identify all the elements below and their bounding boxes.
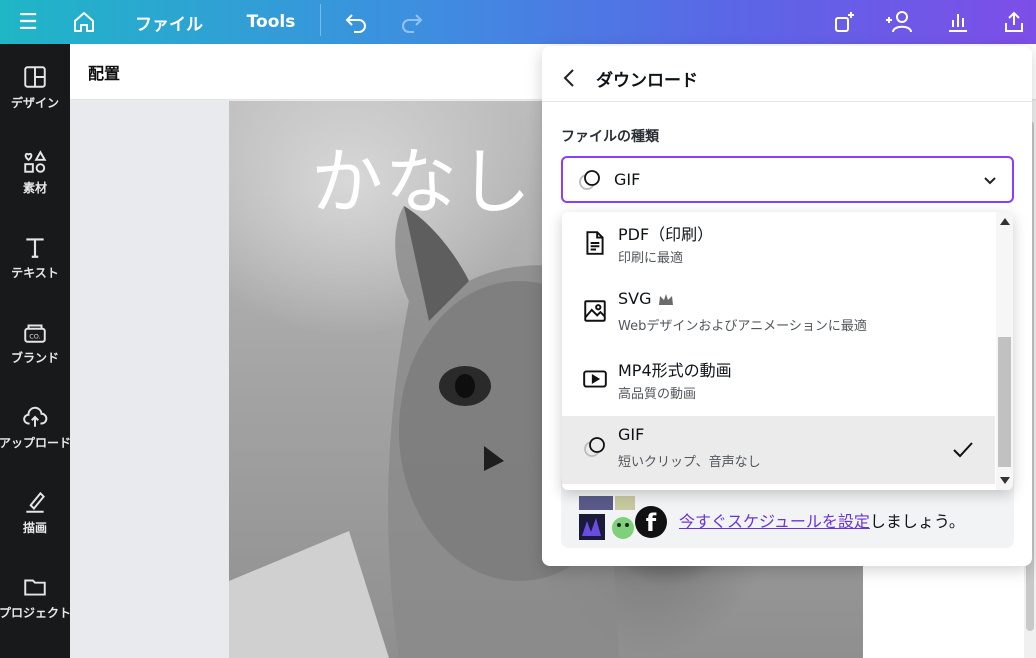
scroll-down-arrow-icon[interactable] [1000,477,1010,484]
layout-icon [24,66,46,88]
hamburger-menu-icon[interactable]: ☰ [10,0,46,44]
redo-icon[interactable] [394,0,430,44]
gif-icon [584,437,605,457]
option-title: MP4形式の動画 [618,361,732,380]
sidebar-item-label: デザイン [10,96,59,110]
option-title-text: SVG [618,289,652,308]
share-people-icon[interactable] [882,0,918,44]
sidebar-item-label: 素材 [22,181,47,195]
schedule-text: 今すぐスケジュールを設定しましょう。 [679,508,965,532]
option-gif[interactable]: GIF 短いクリップ、音声なし [562,416,995,484]
toolbar-divider [320,4,321,36]
option-subtitle: 短いクリップ、音声なし [618,455,761,470]
file-menu-button[interactable]: ファイル [124,0,214,44]
share-upload-icon[interactable] [996,0,1032,44]
brand-icon: CO. [24,324,46,343]
social-thumbnails-icon: f [579,496,667,540]
sidebar-item-elements[interactable]: 素材 [0,143,70,215]
sidebar-item-text[interactable]: テキスト [0,228,70,300]
crown-icon [658,293,673,305]
top-toolbar: ☰ ファイル Tools [0,0,1036,44]
option-subtitle: Webデザインおよびアニメーションに最適 [618,319,867,334]
sidebar-item-design[interactable]: デザイン [0,58,70,130]
option-title: PDF（印刷） [618,225,714,244]
magic-resize-icon[interactable] [826,0,862,44]
sidebar-item-draw[interactable]: 描画 [0,483,70,555]
folder-icon [24,579,46,596]
dropdown-scrollbar[interactable] [996,212,1013,490]
home-icon[interactable] [66,0,102,44]
tools-menu-button[interactable]: Tools [236,0,306,44]
back-chevron-icon[interactable] [558,66,582,90]
option-mp4[interactable]: MP4形式の動画 高品質の動画 [562,348,995,416]
file-type-dropdown: PDF（印刷） 印刷に最適 SVG Webデザインおよびアニメーションに最適 M… [562,212,1013,490]
draw-icon [26,491,45,513]
file-type-label: ファイルの種類 [561,129,659,145]
insights-chart-icon[interactable] [940,0,976,44]
file-type-select[interactable]: GIF [561,156,1014,203]
option-subtitle: 高品質の動画 [618,387,697,402]
file-type-value: GIF [614,170,641,189]
gif-icon [579,170,600,190]
checkmark-icon [953,442,973,458]
image-icon [584,300,606,322]
sidebar-item-uploads[interactable]: アップロード [0,398,72,470]
option-title: GIF [618,425,645,444]
text-icon [26,238,44,258]
chevron-down-icon [984,177,996,185]
left-sidebar: デザイン 素材 テキスト CO. ブランド アップロード 描画 プロジェクト [0,44,72,658]
option-subtitle: 印刷に最適 [618,251,684,266]
option-title: SVG [618,289,674,308]
sidebar-item-label: ブランド [10,351,59,365]
sidebar-item-label: テキスト [11,266,59,280]
svg-text:f: f [646,509,657,537]
option-svg[interactable]: SVG Webデザインおよびアニメーションに最適 [562,280,995,348]
sidebar-item-label: 描画 [22,521,47,535]
schedule-link[interactable]: 今すぐスケジュールを設定 [679,512,870,531]
panel-divider [542,101,1032,102]
panel-title: ダウンロード [596,71,698,91]
document-icon [586,231,604,255]
sidebar-item-label: アップロード [0,436,72,450]
elements-icon [24,150,47,173]
position-button[interactable]: 配置 [88,60,120,84]
schedule-suffix: しましょう。 [869,512,965,531]
sidebar-item-projects[interactable]: プロジェクト [0,568,72,640]
upload-cloud-icon [23,406,48,427]
dropdown-scrollbar-thumb[interactable] [998,337,1011,467]
svg-text:CO.: CO. [29,333,40,341]
sidebar-item-label: プロジェクト [0,606,72,620]
option-pdf-print[interactable]: PDF（印刷） 印刷に最適 [562,212,995,280]
sidebar-item-brand[interactable]: CO. ブランド [0,313,70,385]
video-icon [583,370,607,388]
scroll-up-arrow-icon[interactable] [1000,218,1010,225]
undo-icon[interactable] [338,0,374,44]
